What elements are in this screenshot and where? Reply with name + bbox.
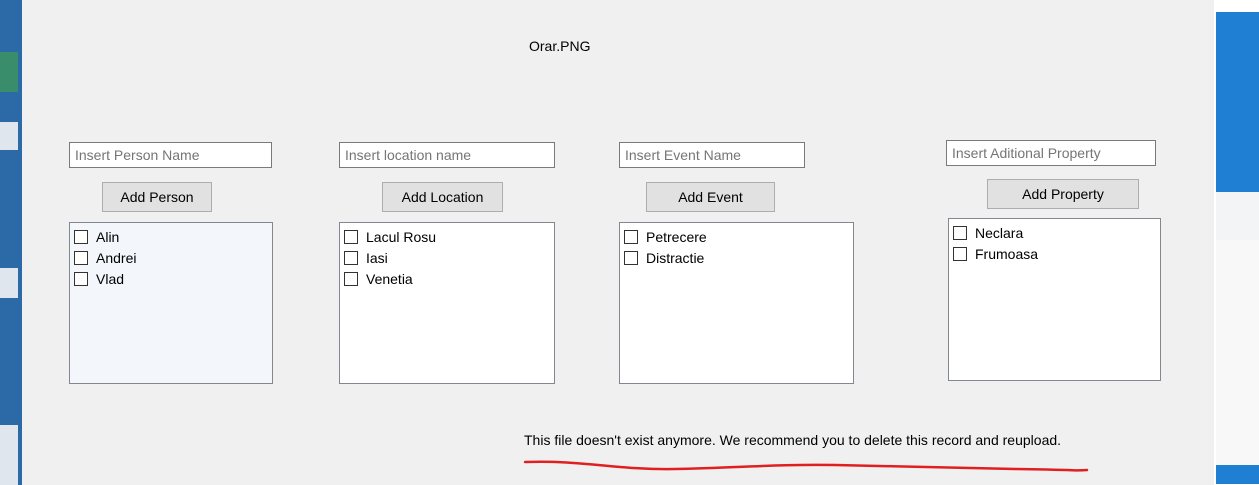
list-item[interactable]: Alin [74,226,272,247]
window-title: Orar.PNG [529,38,591,54]
file-missing-message: This file doesn't exist anymore. We reco… [524,432,1062,448]
event-list[interactable]: Petrecere Distractie [619,222,854,384]
background-fragment [0,268,18,298]
checkbox[interactable] [953,225,967,240]
item-label: Alin [96,228,120,245]
item-label: Andrei [96,249,137,266]
add-location-button[interactable]: Add Location [382,182,503,212]
background-window-strip [0,0,22,485]
checkbox[interactable] [344,250,358,265]
item-label: Lacul Rosu [366,228,437,245]
background-fragment [0,425,18,485]
background-fragment [0,122,18,150]
checkbox[interactable] [344,229,358,244]
event-name-input[interactable] [619,142,805,168]
checkbox[interactable] [953,246,967,261]
list-item[interactable]: Petrecere [624,226,853,247]
item-label: Vlad [96,270,125,287]
app-window: Orar.PNG Add Person Alin Andrei Vlad Add… [22,0,1214,485]
person-list[interactable]: Alin Andrei Vlad [69,222,273,384]
location-list[interactable]: Lacul Rosu Iasi Venetia [339,222,555,384]
list-item[interactable]: Venetia [344,268,554,289]
add-person-button[interactable]: Add Person [102,182,212,212]
list-item[interactable]: Frumoasa [953,243,1160,264]
list-item[interactable]: Lacul Rosu [344,226,554,247]
checkbox[interactable] [74,229,88,244]
background-fragment [1216,240,1259,465]
property-list[interactable]: Neclara Frumoasa [948,218,1161,381]
checkbox[interactable] [344,271,358,286]
item-label: Frumoasa [975,245,1039,262]
list-item[interactable]: Neclara [953,222,1160,243]
item-label: Venetia [366,270,413,287]
person-name-input[interactable] [69,142,272,168]
list-item[interactable]: Iasi [344,247,554,268]
item-label: Distractie [646,249,705,266]
checkbox[interactable] [74,271,88,286]
item-label: Neclara [975,224,1024,241]
property-input[interactable] [946,140,1156,166]
checkbox[interactable] [74,250,88,265]
list-item[interactable]: Vlad [74,268,272,289]
item-label: Petrecere [646,228,707,245]
red-underline-annotation [523,460,1089,472]
background-fragment [1216,192,1259,240]
background-icon [0,52,18,92]
add-property-button[interactable]: Add Property [987,179,1139,209]
item-label: Iasi [366,249,388,266]
location-name-input[interactable] [339,142,555,168]
checkbox[interactable] [624,229,638,244]
add-event-button[interactable]: Add Event [646,182,775,212]
checkbox[interactable] [624,250,638,265]
desktop-background [1214,0,1259,485]
list-item[interactable]: Andrei [74,247,272,268]
list-item[interactable]: Distractie [624,247,853,268]
